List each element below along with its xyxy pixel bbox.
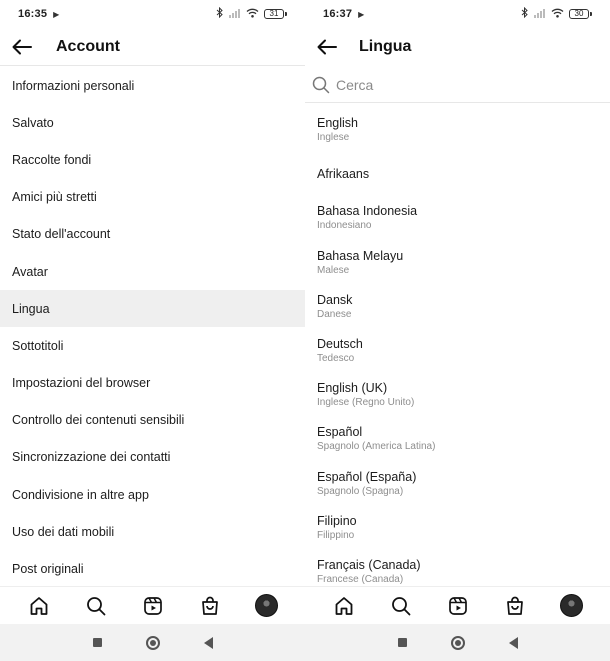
language-item[interactable]: Bahasa Melayu Malese [305,241,610,285]
language-name: Deutsch [317,337,363,352]
language-translation: Inglese (Regno Unito) [317,397,415,409]
signal-icon [534,8,546,21]
menu-item-post-originali[interactable]: Post originali [0,550,305,587]
language-item[interactable]: Dansk Danese [305,285,610,329]
language-name: Afrikaans [317,167,370,182]
system-nav [0,624,305,661]
language-name: Bahasa Melayu [317,248,404,263]
language-item[interactable]: Deutsch Tedesco [305,329,610,373]
avatar [255,594,278,617]
battery-level: 31 [264,9,284,19]
reels-icon[interactable] [445,593,471,619]
menu-item-sincronizzazione-contatti[interactable]: Sincronizzazione dei contatti [0,439,305,476]
header: Account [0,28,305,66]
menu-item-amici-piu-stretti[interactable]: Amici più stretti [0,179,305,216]
language-name: English [317,116,358,131]
recents-icon[interactable] [397,638,407,647]
language-item[interactable]: Español (España) Spagnolo (Spagna) [305,462,610,506]
system-nav [305,624,610,661]
language-item[interactable]: English (UK) Inglese (Regno Unito) [305,373,610,417]
language-item[interactable]: Filipino Filippino [305,506,610,550]
back-arrow-icon[interactable] [315,35,339,59]
bluetooth-icon [216,6,224,21]
system-back-icon[interactable] [203,636,213,649]
recents-icon[interactable] [92,638,102,647]
menu-item-avatar[interactable]: Avatar [0,253,305,290]
language-translation: Indonesiano [317,220,372,232]
language-translation: Inglese [317,132,350,144]
shop-icon[interactable] [502,593,528,619]
search-icon[interactable] [388,593,414,619]
menu-item-sottotitoli[interactable]: Sottotitoli [0,327,305,364]
bottom-nav [0,586,305,624]
menu-item-salvato[interactable]: Salvato [0,104,305,141]
status-bar: 16:37 ▶ 30 [305,0,610,28]
system-back-icon[interactable] [508,636,518,649]
language-translation: Danese [317,308,352,320]
language-item[interactable]: English Inglese [305,108,610,152]
home-icon[interactable] [331,593,357,619]
menu-item-lingua[interactable]: Lingua [0,290,305,328]
search-bar[interactable]: Cerca [305,68,610,103]
profile-avatar[interactable] [254,593,280,619]
language-translation: Spagnolo (America Latina) [317,441,436,453]
language-name: Français (Canada) [317,557,421,572]
page-title: Lingua [359,38,412,55]
status-time: 16:37 [323,8,353,20]
language-name: Bahasa Indonesia [317,204,418,219]
language-translation: Filippino [317,529,355,541]
page-title: Account [56,37,120,55]
reels-icon[interactable] [140,593,166,619]
battery-icon: 31 [264,9,287,19]
menu-item-stato-account[interactable]: Stato dell'account [0,216,305,253]
status-time: 16:35 [18,8,48,20]
language-name: English (UK) [317,381,388,396]
back-arrow-icon[interactable] [10,35,34,59]
battery-level: 30 [569,9,589,19]
media-play-icon: ▶ [358,9,365,19]
bottom-nav [305,586,610,624]
wifi-icon [551,8,564,21]
shop-icon[interactable] [197,593,223,619]
menu-item-raccolte-fondi[interactable]: Raccolte fondi [0,141,305,178]
signal-icon [229,8,241,21]
language-translation: Tedesco [317,353,355,365]
battery-icon: 30 [569,9,592,19]
language-item[interactable]: Bahasa Indonesia Indonesiano [305,196,610,240]
menu-item-impostazioni-browser[interactable]: Impostazioni del browser [0,365,305,402]
account-screen: 16:35 ▶ 31 Account Informazioni personal… [0,0,305,661]
status-bar: 16:35 ▶ 31 [0,0,305,28]
home-button-icon[interactable] [145,635,160,650]
language-name: Español (España) [317,469,417,484]
language-name: Dansk [317,292,353,307]
language-name: Español [317,425,363,440]
menu-item-informazioni-personali[interactable]: Informazioni personali [0,67,305,104]
home-button-icon[interactable] [450,635,465,650]
media-play-icon: ▶ [53,9,60,19]
menu-item-controllo-contenuti[interactable]: Controllo dei contenuti sensibili [0,402,305,439]
wifi-icon [246,8,259,21]
menu-item-condivisione-app[interactable]: Condivisione in altre app [0,476,305,513]
language-item[interactable]: Afrikaans [305,152,610,196]
language-screen: 16:37 ▶ 30 Lingua Cerca English Inglese … [305,0,610,661]
language-translation: Malese [317,264,350,276]
language-translation: Francese (Canada) [317,573,404,585]
bluetooth-icon [521,6,529,21]
menu-item-uso-dati-mobili[interactable]: Uso dei dati mobili [0,513,305,550]
search-icon [312,76,330,94]
status-icons: 30 [521,6,592,21]
home-icon[interactable] [26,593,52,619]
avatar [560,594,583,617]
header: Lingua [305,28,610,66]
language-list: English Inglese Afrikaans Bahasa Indones… [305,108,610,594]
language-item[interactable]: Español Spagnolo (America Latina) [305,417,610,461]
search-icon[interactable] [83,593,109,619]
status-icons: 31 [216,6,287,21]
language-name: Filipino [317,513,357,528]
language-translation: Spagnolo (Spagna) [317,485,404,497]
search-input[interactable]: Cerca [336,77,373,93]
profile-avatar[interactable] [559,593,585,619]
account-menu: Informazioni personali Salvato Raccolte … [0,67,305,588]
